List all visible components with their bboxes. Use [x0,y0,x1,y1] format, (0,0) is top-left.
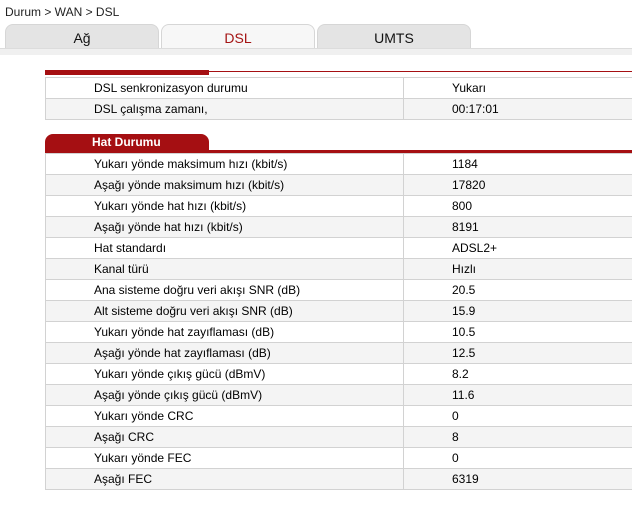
tab-ag[interactable]: Ağ [5,24,159,48]
row-value: Yukarı [403,77,632,99]
table-row: Yukarı yönde çıkış gücü (dBmV) 8.2 [45,363,632,385]
table-row: Aşağı yönde çıkış gücü (dBmV) 11.6 [45,384,632,406]
row-label: Yukarı yönde hat hızı (kbit/s) [45,195,404,217]
breadcrumb: Durum > WAN > DSL [5,5,120,19]
table-row: DSL senkronizasyon durumu Yukarı [45,77,632,99]
table-row: Hat standardı ADSL2+ [45,237,632,259]
row-value: 8.2 [403,363,632,385]
table-row: Aşağı CRC 8 [45,426,632,448]
row-value: 0 [403,447,632,469]
table-row: Yukarı yönde hat zayıflaması (dB) 10.5 [45,321,632,343]
line-status-table: Yukarı yönde maksimum hızı (kbit/s) 1184 A… [45,153,632,490]
row-label: Yukarı yönde CRC [45,405,404,427]
row-value: 17820 [403,174,632,196]
row-label: Aşağı yönde hat hızı (kbit/s) [45,216,404,238]
row-label: Aşağı yönde çıkış gücü (dBmV) [45,384,404,406]
table-row: Yukarı yönde maksimum hızı (kbit/s) 1184 [45,153,632,175]
row-label: DSL senkronizasyon durumu [45,77,404,99]
row-value: 20.5 [403,279,632,301]
status-table: DSL senkronizasyon durumu Yukarı DSL çal… [45,77,632,120]
table-row: Alt sisteme doğru veri akışı SNR (dB) 15.… [45,300,632,322]
table-row: Yukarı yönde CRC 0 [45,405,632,427]
table-row: Aşağı FEC 6319 [45,468,632,490]
row-label: DSL çalışma zamanı, [45,98,404,120]
row-value: 8 [403,426,632,448]
row-label: Hat standardı [45,237,404,259]
table-row: Kanal türü Hızlı [45,258,632,280]
row-label: Aşağı FEC [45,468,404,490]
row-label: Yukarı yönde FEC [45,447,404,469]
row-value: 0 [403,405,632,427]
row-value: 6319 [403,468,632,490]
row-value: 00:17:01 [403,98,632,120]
row-label: Kanal türü [45,258,404,280]
row-value: 11.6 [403,384,632,406]
table-row: Aşağı yönde maksimum hızı (kbit/s) 17820 [45,174,632,196]
table-row: Aşağı yönde hat hızı (kbit/s) 8191 [45,216,632,238]
row-value: 1184 [403,153,632,175]
table-row: DSL çalışma zamanı, 00:17:01 [45,98,632,120]
status-section-tab [45,70,209,75]
row-value: 8191 [403,216,632,238]
row-label: Aşağı CRC [45,426,404,448]
row-label: Aşağı yönde maksimum hızı (kbit/s) [45,174,404,196]
row-label: Ana sisteme doğru veri akışı SNR (dB) [45,279,404,301]
row-value: 12.5 [403,342,632,364]
row-value: 10.5 [403,321,632,343]
row-label: Aşağı yönde hat zayıflaması (dB) [45,342,404,364]
row-value: ADSL2+ [403,237,632,259]
row-label: Yukarı yönde çıkış gücü (dBmV) [45,363,404,385]
section-title: Hat Durumu [45,134,209,150]
table-row: Yukarı yönde FEC 0 [45,447,632,469]
tab-umts[interactable]: UMTS [317,24,471,48]
tab-dsl[interactable]: DSL [161,24,315,49]
row-label: Alt sisteme doğru veri akışı SNR (dB) [45,300,404,322]
table-row: Ana sisteme doğru veri akışı SNR (dB) 20.… [45,279,632,301]
row-label: Yukarı yönde hat zayıflaması (dB) [45,321,404,343]
row-label: Yukarı yönde maksimum hızı (kbit/s) [45,153,404,175]
row-value: 800 [403,195,632,217]
row-value: 15.9 [403,300,632,322]
table-row: Aşağı yönde hat zayıflaması (dB) 12.5 [45,342,632,364]
tab-underline [0,48,632,55]
row-value: Hızlı [403,258,632,280]
table-row: Yukarı yönde hat hızı (kbit/s) 800 [45,195,632,217]
